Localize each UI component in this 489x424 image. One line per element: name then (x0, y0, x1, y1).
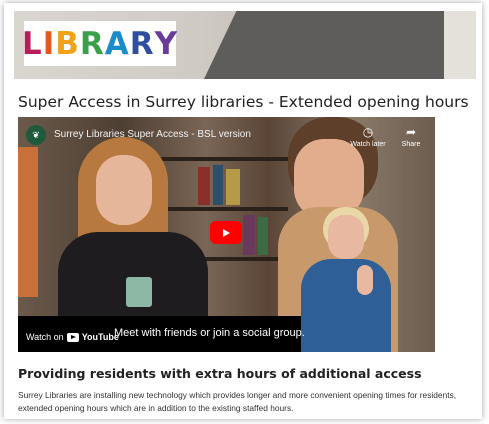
book (213, 165, 223, 205)
book (226, 169, 240, 205)
surrey-leaf-icon[interactable]: ❦ (26, 125, 46, 145)
video-caption: Meet with friends or join a social group… (114, 327, 305, 339)
page-title: Super Access in Surrey libraries - Exten… (18, 93, 469, 111)
header-banner: L I B R A R Y (14, 11, 476, 79)
section-heading: Providing residents with extra hours of … (18, 366, 422, 381)
video-player[interactable]: ❦ Surrey Libraries Super Access - BSL ve… (18, 117, 435, 352)
play-icon (223, 228, 230, 237)
library-logo[interactable]: L I B R A R Y (21, 21, 179, 66)
share-button[interactable]: ➦ Share (391, 125, 431, 148)
logo-letter: Y (154, 25, 179, 62)
banner-graphic (204, 11, 474, 79)
logo-letter: B (55, 25, 80, 62)
book (243, 215, 255, 255)
play-button[interactable] (210, 221, 242, 244)
share-arrow-icon: ➦ (405, 125, 417, 139)
logo-letter: L (21, 25, 43, 62)
watch-later-button[interactable]: ◷ Watch later (348, 125, 388, 148)
book (258, 217, 268, 255)
logo-letter: R (79, 25, 105, 62)
page-frame: L I B R A R Y Super Access in Surrey lib… (4, 3, 482, 419)
door (18, 147, 38, 297)
share-label: Share (401, 141, 421, 148)
watch-on-youtube-link[interactable]: Watch on YouTube (26, 332, 119, 342)
logo-letter: A (104, 25, 130, 62)
watch-on-label: Watch on (26, 332, 64, 342)
logo-letter: I (42, 25, 56, 62)
clock-icon: ◷ (362, 125, 374, 139)
logo-letter: R (129, 25, 155, 62)
youtube-icon (66, 332, 79, 342)
section-paragraph: Surrey Libraries are installing new tech… (18, 390, 457, 413)
bsl-signer (301, 207, 391, 352)
banner-graphic-light (444, 11, 476, 79)
watch-later-label: Watch later (350, 141, 386, 148)
video-title[interactable]: Surrey Libraries Super Access - BSL vers… (54, 129, 251, 140)
